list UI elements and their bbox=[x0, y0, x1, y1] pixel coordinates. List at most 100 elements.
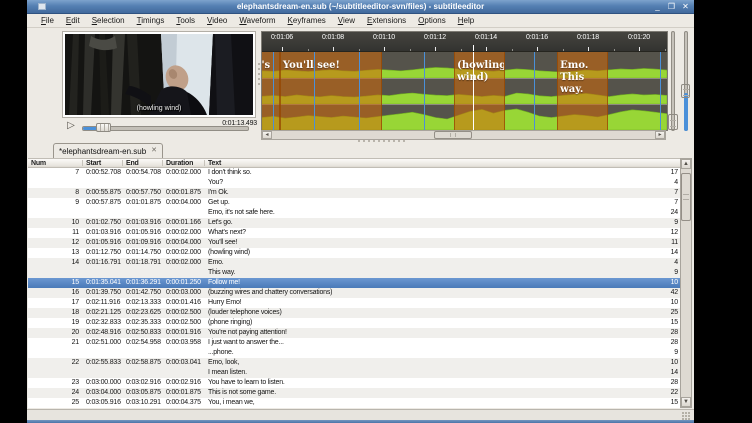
scroll-right-icon[interactable]: ▸ bbox=[655, 131, 665, 139]
cell-chars-per-line: 28 9 bbox=[644, 338, 678, 358]
table-vscroll-thumb[interactable] bbox=[681, 173, 691, 221]
cell-duration: 0:00:03.041 bbox=[166, 358, 201, 368]
table-row[interactable]: 90:00:57.8750:01:01.8750:00:04.000Get up… bbox=[28, 198, 680, 218]
ruler-minor-tick bbox=[563, 49, 564, 51]
subtitle-region[interactable]: What's next? bbox=[262, 52, 280, 130]
scale-slider-handle[interactable] bbox=[681, 84, 690, 98]
ruler-major-tick bbox=[639, 47, 640, 51]
table-row[interactable]: 140:01:16.7910:01:18.7910:00:02.000Emo. … bbox=[28, 258, 680, 278]
table-header[interactable]: Num Start End Duration Text bbox=[28, 158, 692, 168]
menu-view[interactable]: View bbox=[332, 14, 361, 27]
cell-text: You'll see! bbox=[208, 238, 237, 248]
menu-tools[interactable]: Tools bbox=[170, 14, 201, 27]
subtitle-table[interactable]: 70:00:52.7080:00:54.7080:00:02.000I don'… bbox=[28, 168, 680, 408]
table-row[interactable]: 170:02:11.9160:02:13.3330:00:01.416Hurry… bbox=[28, 298, 680, 308]
waveform-body[interactable]: What's next?You'll see! (howling wind) Emo… bbox=[262, 52, 667, 130]
titlebar[interactable]: elephantsdream-en.sub (~/subtitleeditor-… bbox=[27, 0, 694, 14]
table-row[interactable]: 230:03:00.0000:03:02.9160:00:02.916You h… bbox=[28, 378, 680, 388]
cell-end: 0:02:35.333 bbox=[126, 318, 161, 328]
keyframe-marker bbox=[359, 52, 360, 130]
menu-edit[interactable]: Edit bbox=[60, 14, 86, 27]
menu-keyframes[interactable]: Keyframes bbox=[282, 14, 332, 27]
seek-thumb[interactable] bbox=[96, 123, 111, 132]
ruler-minor-tick bbox=[410, 49, 411, 51]
menu-selection[interactable]: Selection bbox=[86, 14, 131, 27]
menu-help[interactable]: Help bbox=[452, 14, 480, 27]
cell-text: Let's go. bbox=[208, 218, 232, 228]
pane-divider-vertical[interactable] bbox=[257, 60, 260, 110]
menu-video[interactable]: Video bbox=[201, 14, 233, 27]
cell-duration: 0:00:01.250 bbox=[166, 278, 201, 288]
scroll-up-icon[interactable]: ▲ bbox=[681, 159, 691, 169]
table-row[interactable]: 120:01:05.9160:01:09.9160:00:04.000You'l… bbox=[28, 238, 680, 248]
header-end[interactable]: End bbox=[126, 159, 139, 168]
tab-document[interactable]: *elephantsdream-en.sub ✕ bbox=[53, 143, 163, 158]
cell-duration: 0:00:02.000 bbox=[166, 228, 201, 238]
table-vscrollbar[interactable]: ▲ ▼ bbox=[680, 158, 692, 408]
desktop: elephantsdream-en.sub (~/subtitleeditor-… bbox=[0, 0, 752, 423]
cell-duration: 0:00:02.000 bbox=[166, 248, 201, 258]
waveform-hscroll-thumb[interactable] bbox=[434, 131, 472, 139]
cell-text: You, i mean we, bbox=[208, 398, 255, 408]
ruler-major-tick bbox=[435, 47, 436, 51]
header-start[interactable]: Start bbox=[86, 159, 101, 168]
menu-file[interactable]: File bbox=[35, 14, 60, 27]
header-duration[interactable]: Duration bbox=[166, 159, 193, 168]
table-row[interactable]: 180:02:21.1250:02:23.6250:00:02.500(loud… bbox=[28, 308, 680, 318]
cell-start: 0:01:35.041 bbox=[86, 278, 121, 288]
cell-duration: 0:00:01.875 bbox=[166, 388, 201, 398]
scroll-left-icon[interactable]: ◂ bbox=[262, 131, 272, 139]
table-row[interactable]: 160:01:39.7500:01:42.7500:00:03.000(buzz… bbox=[28, 288, 680, 298]
zoom-slider-handle[interactable] bbox=[668, 114, 678, 130]
cell-chars-per-line: 28 bbox=[644, 378, 678, 388]
subtitle-region[interactable]: (howling wind) bbox=[454, 52, 505, 130]
cell-chars-per-line: 11 bbox=[644, 238, 678, 248]
menu-extensions[interactable]: Extensions bbox=[361, 14, 412, 27]
table-row[interactable]: 220:02:55.8330:02:58.8750:00:03.041Emo, … bbox=[28, 358, 680, 378]
table-row[interactable]: 240:03:04.0000:03:05.8750:00:01.875This … bbox=[28, 388, 680, 398]
table-row[interactable]: 100:01:02.7500:01:03.9160:00:01.166Let's… bbox=[28, 218, 680, 228]
cell-end: 0:02:13.333 bbox=[126, 298, 161, 308]
waveform-zoom-slider[interactable] bbox=[668, 31, 678, 131]
menu-waveform[interactable]: Waveform bbox=[233, 14, 281, 27]
waveform-hscrollbar[interactable]: ◂ ▸ bbox=[261, 130, 666, 140]
cell-num: 23 bbox=[28, 378, 79, 388]
scroll-down-icon[interactable]: ▼ bbox=[681, 397, 691, 407]
header-text[interactable]: Text bbox=[208, 159, 221, 168]
cell-num: 19 bbox=[28, 318, 79, 328]
table-row[interactable]: 250:03:05.9160:03:10.2910:00:04.375You, … bbox=[28, 398, 680, 408]
menu-options[interactable]: Options bbox=[412, 14, 452, 27]
subtitle-region[interactable]: You'll see! bbox=[280, 52, 382, 130]
waveform-scale-slider[interactable] bbox=[681, 31, 690, 131]
table-row[interactable]: 190:02:32.8330:02:35.3330:00:02.500(phon… bbox=[28, 318, 680, 328]
header-num[interactable]: Num bbox=[31, 159, 46, 168]
table-row[interactable]: 150:01:35.0410:01:36.2910:00:01.250Follo… bbox=[28, 278, 680, 288]
close-icon[interactable]: ✕ bbox=[151, 147, 157, 155]
menu-timings[interactable]: Timings bbox=[131, 14, 171, 27]
waveform-panel[interactable]: 0:01:060:01:080:01:100:01:120:01:140:01:… bbox=[261, 31, 668, 131]
subtitle-region[interactable]: Emo. This way. bbox=[557, 52, 608, 130]
close-button[interactable]: ✕ bbox=[681, 1, 690, 12]
ruler-label: 0:01:14 bbox=[475, 34, 497, 41]
table-row[interactable]: 200:02:48.9160:02:50.8330:00:01.916You'r… bbox=[28, 328, 680, 338]
maximize-button[interactable]: ❐ bbox=[667, 1, 676, 12]
waveform-ruler[interactable]: 0:01:060:01:080:01:100:01:120:01:140:01:… bbox=[262, 32, 667, 52]
resize-grip-icon[interactable] bbox=[682, 412, 691, 420]
video-player[interactable]: (howling wind) bbox=[62, 31, 256, 118]
cell-text: (phone ringing) bbox=[208, 318, 252, 328]
cell-num: 10 bbox=[28, 218, 79, 228]
cell-text: (louder telephone voices) bbox=[208, 308, 282, 318]
table-row[interactable]: 70:00:52.7080:00:54.7080:00:02.000I don'… bbox=[28, 168, 680, 188]
table-row[interactable]: 110:01:03.9160:01:05.9160:00:02.000What'… bbox=[28, 228, 680, 238]
cell-start: 0:03:00.000 bbox=[86, 378, 121, 388]
pane-divider-horizontal[interactable] bbox=[358, 139, 405, 142]
ruler-major-tick bbox=[384, 47, 385, 51]
cell-start: 0:00:57.875 bbox=[86, 198, 121, 208]
table-row[interactable]: 210:02:51.0000:02:54.9580:00:03.958I jus… bbox=[28, 338, 680, 358]
play-icon[interactable]: ▷ bbox=[64, 119, 78, 132]
ruler-major-tick bbox=[282, 47, 283, 51]
table-row[interactable]: 130:01:12.7500:01:14.7500:00:02.000(howl… bbox=[28, 248, 680, 258]
cell-duration: 0:00:02.000 bbox=[166, 168, 201, 178]
minimize-button[interactable]: _ bbox=[653, 1, 662, 12]
table-row[interactable]: 80:00:55.8750:00:57.7500:00:01.875I'm Ok… bbox=[28, 188, 680, 198]
